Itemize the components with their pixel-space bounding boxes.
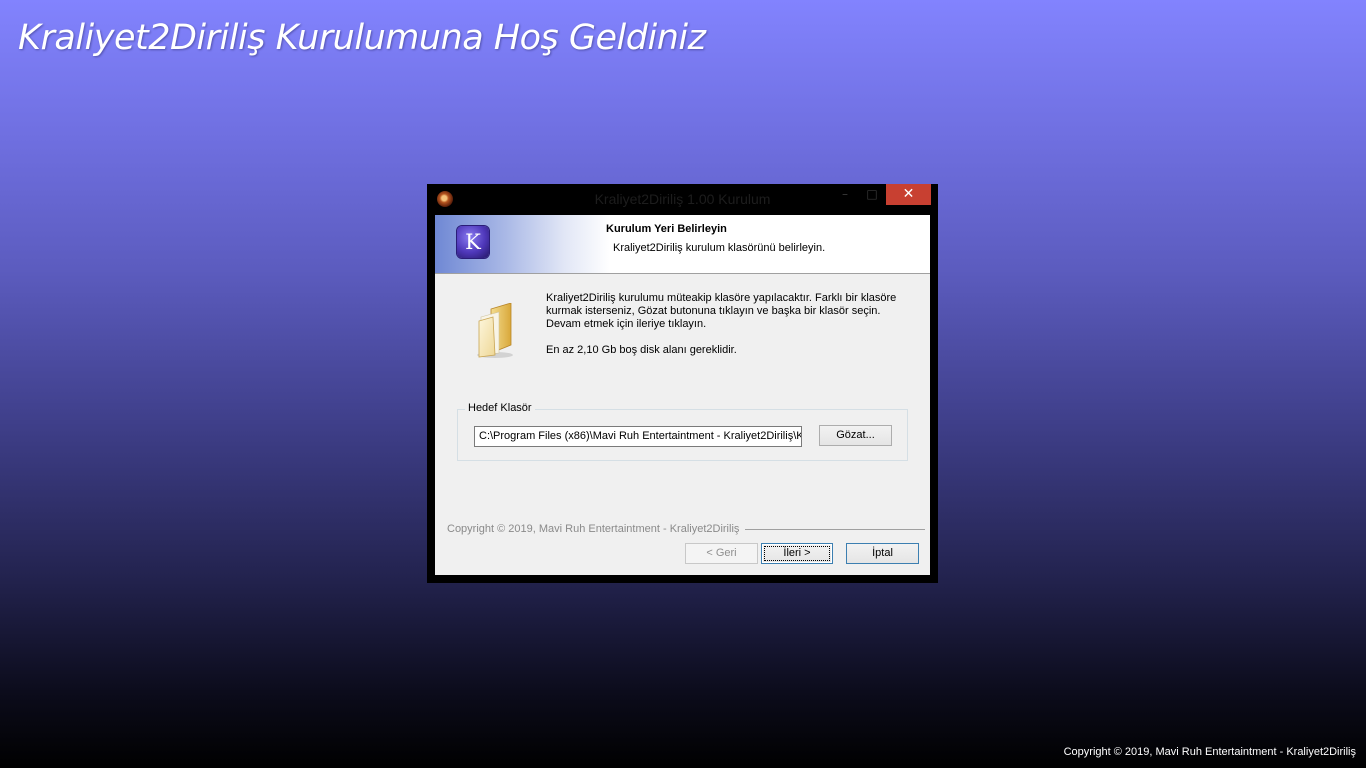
page-subtitle: Kraliyet2Diriliş kurulum klasörünü belir… xyxy=(613,242,826,254)
minimize-button[interactable]: – xyxy=(830,184,860,205)
wizard-header: K Kurulum Yeri Belirleyin Kraliyet2Diril… xyxy=(435,215,930,274)
destination-path-input[interactable]: C:\Program Files (x86)\Mavi Ruh Entertai… xyxy=(474,426,802,447)
maximize-button[interactable]: □ xyxy=(859,184,885,205)
install-instructions: Kraliyet2Diriliş kurulumu müteakip klasö… xyxy=(546,292,897,330)
branding-row: Copyright © 2019, Mavi Ruh Entertaintmen… xyxy=(447,523,925,537)
installer-window: Kraliyet2Diriliş 1.00 Kurulum – □ ✕ K Ku… xyxy=(427,184,938,583)
page-title: Kurulum Yeri Belirleyin xyxy=(606,223,727,235)
close-button[interactable]: ✕ xyxy=(886,184,931,205)
branding-text: Copyright © 2019, Mavi Ruh Entertaintmen… xyxy=(447,523,746,535)
destination-folder-label: Hedef Klasör xyxy=(465,402,535,414)
k-logo-icon: K xyxy=(457,226,489,258)
browse-button[interactable]: Gözat... xyxy=(819,425,892,446)
installer-client-area: K Kurulum Yeri Belirleyin Kraliyet2Diril… xyxy=(435,215,930,575)
disk-space-requirement: En az 2,10 Gb boş disk alanı gereklidir. xyxy=(546,344,737,356)
background-title: Kraliyet2Diriliş Kurulumuna Hoş Geldiniz xyxy=(18,18,706,58)
next-button[interactable]: İleri > xyxy=(761,543,833,564)
description-text: Kraliyet2Diriliş kurulumu müteakip klasö… xyxy=(546,292,906,357)
cancel-button[interactable]: İptal xyxy=(846,543,919,564)
background-copyright: Copyright © 2019, Mavi Ruh Entertaintmen… xyxy=(1063,746,1356,758)
title-bar[interactable]: Kraliyet2Diriliş 1.00 Kurulum – □ ✕ xyxy=(427,184,938,214)
folder-icon xyxy=(477,303,513,358)
destination-folder-group: Hedef Klasör C:\Program Files (x86)\Mavi… xyxy=(457,402,908,461)
back-button[interactable]: < Geri xyxy=(685,543,758,564)
